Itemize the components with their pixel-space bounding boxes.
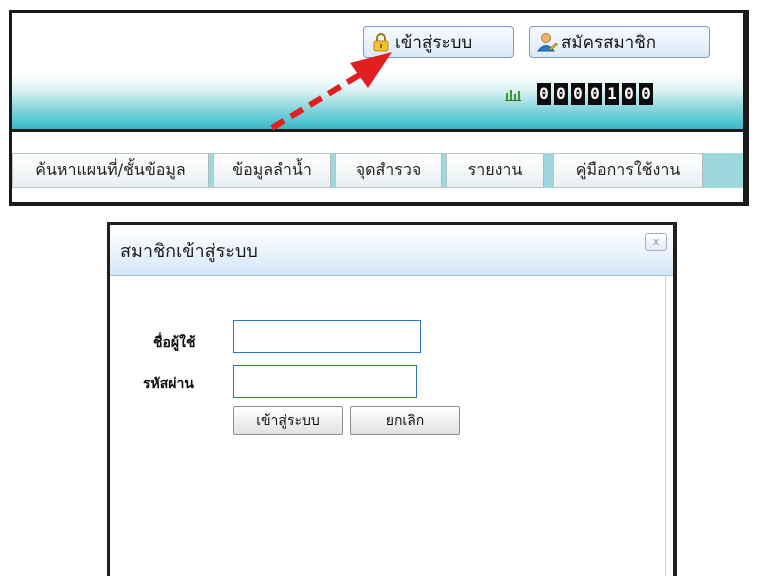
tab-survey-points[interactable]: จุดสำรวจ (335, 153, 442, 188)
counter-digit: 0 (639, 83, 653, 105)
username-field[interactable] (233, 320, 421, 353)
submit-login-button[interactable]: เข้าสู่ระบบ (233, 406, 343, 435)
counter-digit: 0 (554, 83, 568, 105)
login-dialog: สมาชิกเข้าสู่ระบบ x ชื่อผู้ใช้ รหัสผ่าน … (107, 222, 677, 576)
tab-river-data[interactable]: ข้อมูลลำน้ำ (213, 153, 331, 188)
counter-digit: 0 (588, 83, 602, 105)
cancel-button[interactable]: ยกเลิก (350, 406, 460, 435)
counter-digit: 0 (571, 83, 585, 105)
password-field[interactable] (233, 365, 417, 398)
dialog-scroll-edge (665, 276, 666, 576)
username-label: ชื่อผู้ใช้ (153, 335, 196, 351)
password-label: รหัสผ่าน (143, 376, 194, 392)
tab-reports[interactable]: รายงาน (446, 153, 544, 188)
bar-chart-icon (505, 87, 521, 101)
visitor-counter: 0 0 0 0 1 0 0 (505, 83, 656, 105)
register-button[interactable]: สมัครสมาชิก (529, 26, 710, 58)
close-icon: x (652, 235, 660, 248)
tab-user-manual[interactable]: คู่มือการใช้งาน (553, 153, 703, 188)
site-header-panel: เข้าสู่ระบบ สมัครสมาชิก 0 0 0 0 1 0 0 ค้… (9, 10, 749, 206)
tab-map-search[interactable]: ค้นหาแผนที่/ชั้นข้อมูล (12, 153, 209, 188)
counter-digit: 0 (537, 83, 551, 105)
close-button[interactable]: x (645, 233, 667, 251)
counter-digit: 1 (605, 83, 619, 105)
main-nav-tabs: ค้นหาแผนที่/ชั้นข้อมูล ข้อมูลลำน้ำ จุดสำ… (12, 153, 707, 188)
register-button-label: สมัครสมาชิก (561, 32, 657, 52)
dialog-titlebar: สมาชิกเข้าสู่ระบบ x (110, 225, 673, 276)
login-button-label: เข้าสู่ระบบ (395, 32, 473, 52)
dialog-title: สมาชิกเข้าสู่ระบบ (120, 241, 258, 262)
lock-icon (370, 31, 392, 53)
login-button[interactable]: เข้าสู่ระบบ (363, 26, 514, 58)
counter-digit: 0 (622, 83, 636, 105)
user-add-icon (536, 31, 558, 53)
